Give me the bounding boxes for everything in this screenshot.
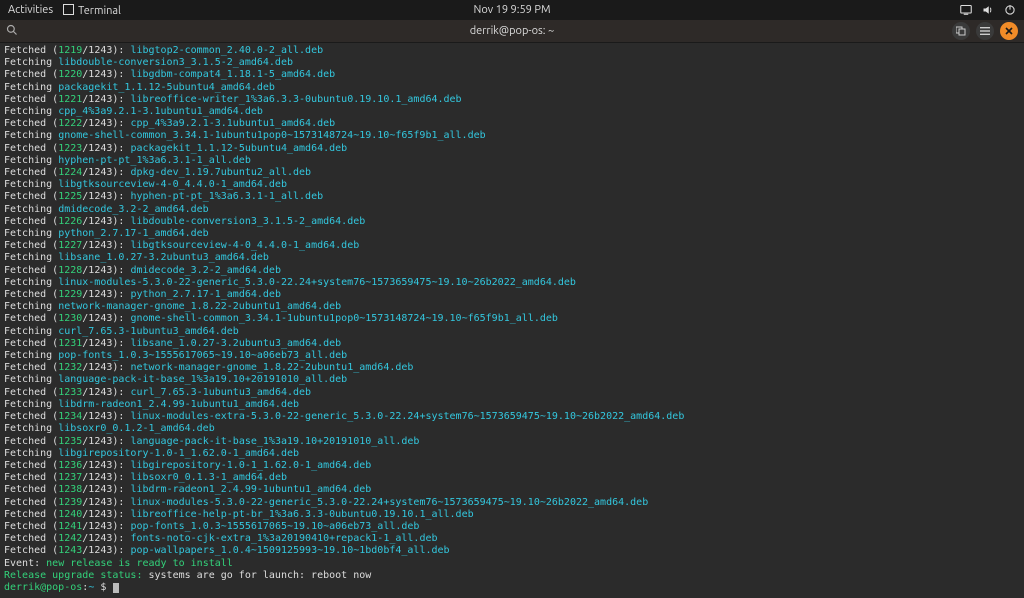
terminal-line: Fetched (1233/1243): curl_7.65.3-1ubuntu… (4, 387, 1020, 399)
terminal-line: Fetched (1224/1243): dpkg-dev_1.19.7ubun… (4, 167, 1020, 179)
terminal-line: Fetching libdrm-radeon1_2.4.99-1ubuntu1_… (4, 399, 1020, 411)
terminal-line: Fetched (1221/1243): libreoffice-writer_… (4, 94, 1020, 106)
terminal-line: Fetching libgtksourceview-4-0_4.4.0-1_am… (4, 179, 1020, 191)
terminal-line: Fetched (1239/1243): linux-modules-5.3.0… (4, 497, 1020, 509)
terminal-line: Fetched (1231/1243): libsane_1.0.27-3.2u… (4, 338, 1020, 350)
terminal-line: Fetching python_2.7.17-1_amd64.deb (4, 228, 1020, 240)
terminal-line: Fetching libsane_1.0.27-3.2ubuntu3_amd64… (4, 252, 1020, 264)
terminal-line: Fetched (1235/1243): language-pack-it-ba… (4, 436, 1020, 448)
app-menu[interactable]: Terminal (63, 3, 121, 17)
terminal-line: Fetching packagekit_1.1.12-5ubuntu4_amd6… (4, 82, 1020, 94)
terminal-line: Fetched (1223/1243): packagekit_1.1.12-5… (4, 143, 1020, 155)
terminal-line: Fetched (1237/1243): libsoxr0_0.1.3-1_am… (4, 472, 1020, 484)
power-icon (1004, 4, 1016, 16)
terminal-line: Fetched (1220/1243): libgdbm-compat4_1.1… (4, 69, 1020, 81)
terminal-line: Fetching hyphen-pt-pt_1%3a6.3.1-1_all.de… (4, 155, 1020, 167)
terminal-line: Fetched (1226/1243): libdouble-conversio… (4, 216, 1020, 228)
cursor (113, 583, 119, 593)
terminal-line: Fetched (1219/1243): libgtop2-common_2.4… (4, 45, 1020, 57)
terminal-output[interactable]: Fetched (1219/1243): libgtop2-common_2.4… (0, 43, 1024, 598)
terminal-line: Fetching dmidecode_3.2-2_amd64.deb (4, 204, 1020, 216)
terminal-line: Fetching cpp_4%3a9.2.1-3.1ubuntu1_amd64.… (4, 106, 1020, 118)
terminal-line: Fetched (1234/1243): linux-modules-extra… (4, 411, 1020, 423)
new-tab-button[interactable] (952, 22, 970, 40)
terminal-line: Fetching libsoxr0_0.1.2-1_amd64.deb (4, 423, 1020, 435)
terminal-line: Fetching network-manager-gnome_1.8.22-2u… (4, 301, 1020, 313)
terminal-line: Fetched (1238/1243): libdrm-radeon1_2.4.… (4, 484, 1020, 496)
terminal-line: Fetched (1242/1243): fonts-noto-cjk-extr… (4, 533, 1020, 545)
event-line: Event: new release is ready to install (4, 558, 1020, 570)
terminal-line: Fetched (1232/1243): network-manager-gno… (4, 362, 1020, 374)
terminal-line: Fetching libdouble-conversion3_3.1.5-2_a… (4, 57, 1020, 69)
terminal-line: Fetched (1230/1243): gnome-shell-common_… (4, 313, 1020, 325)
search-icon[interactable] (6, 24, 18, 39)
clock[interactable]: Nov 19 9:59 PM (473, 4, 550, 16)
terminal-line: Fetching pop-fonts_1.0.3~1555617065~19.1… (4, 350, 1020, 362)
window-titlebar: derrik@pop-os: ~ (0, 20, 1024, 43)
window-title: derrik@pop-os: ~ (470, 25, 555, 37)
prompt-line[interactable]: derrik@pop-os:~ $ (4, 582, 1020, 594)
terminal-line: Fetched (1236/1243): libgirepository-1.0… (4, 460, 1020, 472)
screen-icon (960, 4, 972, 16)
activities-button[interactable]: Activities (8, 4, 53, 16)
menu-button[interactable] (976, 22, 994, 40)
terminal-line: Fetching libgirepository-1.0-1_1.62.0-1_… (4, 448, 1020, 460)
terminal-line: Fetched (1229/1243): python_2.7.17-1_amd… (4, 289, 1020, 301)
close-button[interactable] (1000, 22, 1018, 40)
terminal-line: Fetched (1222/1243): cpp_4%3a9.2.1-3.1ub… (4, 118, 1020, 130)
terminal-icon (63, 4, 74, 15)
terminal-line: Fetched (1227/1243): libgtksourceview-4-… (4, 240, 1020, 252)
gnome-topbar: Activities Terminal Nov 19 9:59 PM (0, 0, 1024, 20)
terminal-line: Fetching language-pack-it-base_1%3a19.10… (4, 374, 1020, 386)
volume-icon (982, 4, 994, 16)
terminal-line: Fetching gnome-shell-common_3.34.1-1ubun… (4, 130, 1020, 142)
terminal-line: Fetched (1225/1243): hyphen-pt-pt_1%3a6.… (4, 191, 1020, 203)
terminal-line: Fetching linux-modules-5.3.0-22-generic_… (4, 277, 1020, 289)
terminal-line: Fetched (1228/1243): dmidecode_3.2-2_amd… (4, 265, 1020, 277)
system-status-area[interactable] (960, 4, 1016, 16)
terminal-line: Fetched (1241/1243): pop-fonts_1.0.3~155… (4, 521, 1020, 533)
terminal-line: Fetching curl_7.65.3-1ubuntu3_amd64.deb (4, 326, 1020, 338)
terminal-line: Fetched (1240/1243): libreoffice-help-pt… (4, 509, 1020, 521)
status-line: Release upgrade status: systems are go f… (4, 570, 1020, 582)
terminal-line: Fetched (1243/1243): pop-wallpapers_1.0.… (4, 545, 1020, 557)
